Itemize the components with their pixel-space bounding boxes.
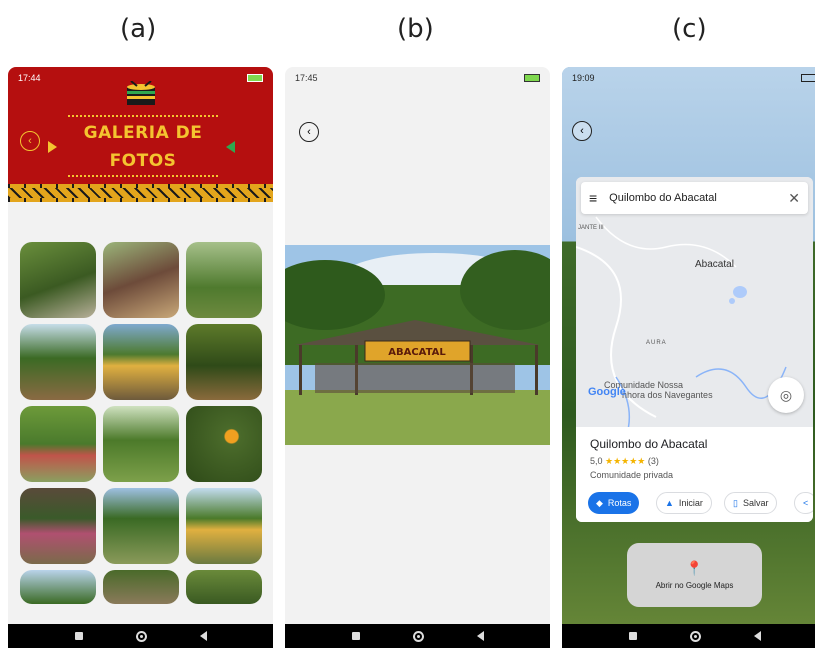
- rating-value: 5,0: [590, 456, 603, 466]
- panel-label-a: (a): [120, 14, 157, 44]
- status-bar: 19:09: [562, 67, 815, 89]
- battery-icon: [247, 74, 263, 82]
- photo-thumb[interactable]: [103, 570, 179, 604]
- save-label: Salvar: [742, 498, 769, 508]
- status-time: 19:09: [572, 73, 595, 83]
- phone-gallery: GALERIA DE FOTOS ‹ 17:44: [8, 67, 273, 648]
- pattern-border: [8, 184, 273, 202]
- status-time: 17:45: [295, 73, 318, 83]
- review-count: (3): [647, 456, 659, 466]
- photo-thumb[interactable]: [186, 406, 262, 482]
- map-label-aura: AURA: [646, 340, 667, 346]
- map-pin-icon: 📍: [685, 560, 704, 576]
- routes-button[interactable]: ◆ Rotas: [588, 492, 640, 514]
- start-button[interactable]: ▲ Iniciar: [656, 492, 712, 514]
- full-photo: ABACATAL: [285, 245, 550, 445]
- photo-thumb[interactable]: [186, 570, 262, 604]
- routes-label: Rotas: [607, 498, 632, 508]
- status-bar: 17:45: [285, 67, 550, 89]
- map-search-text: Quilombo do Abacatal: [609, 192, 717, 204]
- photo-thumb[interactable]: [20, 324, 96, 400]
- title-border-top: [68, 115, 218, 117]
- map-label-abacatal: Abacatal: [695, 259, 734, 270]
- status-bar: 17:44: [8, 67, 273, 89]
- home-button[interactable]: [135, 630, 147, 642]
- home-button[interactable]: [689, 630, 701, 642]
- battery-icon: [524, 74, 540, 82]
- back-button[interactable]: ‹: [299, 122, 319, 142]
- back-nav-button[interactable]: [199, 631, 207, 641]
- photo-thumb[interactable]: [20, 406, 96, 482]
- photo-thumb[interactable]: [20, 488, 96, 564]
- my-location-icon[interactable]: ◎: [768, 377, 804, 413]
- home-button[interactable]: [412, 630, 424, 642]
- photo-grid: [20, 242, 262, 604]
- place-name: Quilombo do Abacatal: [590, 437, 708, 451]
- menu-icon[interactable]: ≡: [589, 190, 597, 206]
- share-icon: <: [803, 498, 809, 508]
- battery-icon: [801, 74, 815, 82]
- google-logo: Google: [588, 386, 626, 398]
- back-button[interactable]: ‹: [20, 131, 40, 151]
- directions-icon: ◆: [596, 497, 603, 508]
- save-button[interactable]: ▯ Salvar: [724, 492, 778, 514]
- back-button[interactable]: ‹: [572, 121, 592, 141]
- phone-photo-viewer: 17:45 ‹ ABACATAL: [285, 67, 550, 648]
- panel-label-c: (c): [672, 14, 707, 44]
- photo-thumb[interactable]: [103, 242, 179, 318]
- chevron-left-icon: ‹: [580, 125, 584, 137]
- photo-thumb[interactable]: [103, 324, 179, 400]
- chevron-left-icon: ‹: [28, 135, 32, 147]
- back-nav-button[interactable]: [753, 631, 761, 641]
- bookmark-icon: ▯: [733, 497, 738, 508]
- status-time: 17:44: [18, 73, 41, 83]
- share-button[interactable]: <: [794, 492, 813, 514]
- rating-row: 5,0 ★★★★★ (3): [590, 456, 799, 467]
- map-widget[interactable]: ≡ Quilombo do Abacatal ✕ JANTE III Abaca…: [576, 177, 813, 522]
- photo-thumb[interactable]: [186, 324, 262, 400]
- system-nav-bar: [562, 624, 815, 648]
- star-icons: ★★★★★: [605, 456, 646, 466]
- place-type: Comunidade privada: [590, 470, 674, 480]
- title-border-bottom: [68, 175, 218, 177]
- back-nav-button[interactable]: [476, 631, 484, 641]
- photo-thumb[interactable]: [186, 488, 262, 564]
- photo-thumb[interactable]: [103, 488, 179, 564]
- system-nav-bar: [8, 624, 273, 648]
- open-maps-label: Abrir no Google Maps: [655, 581, 734, 590]
- map-label-jante: JANTE III: [578, 225, 604, 231]
- recents-button[interactable]: [351, 632, 360, 640]
- photo-thumb[interactable]: [186, 242, 262, 318]
- recents-button[interactable]: [74, 632, 83, 640]
- gallery-title-line1: GALERIA DE: [83, 123, 203, 143]
- recents-button[interactable]: [628, 632, 637, 640]
- photo-thumb[interactable]: [103, 406, 179, 482]
- triangle-left-icon: [226, 141, 235, 153]
- close-icon[interactable]: ✕: [788, 190, 800, 207]
- banner-text: ABACATAL: [388, 347, 446, 358]
- phone-map-view: 19:09 ‹ ≡ Quilombo do Abacatal ✕ JANTE I…: [562, 67, 815, 648]
- panel-label-b: (b): [397, 14, 434, 44]
- chevron-left-icon: ‹: [307, 126, 311, 138]
- triangle-right-icon: [48, 141, 57, 153]
- photo-thumb[interactable]: [20, 570, 96, 604]
- gallery-title-line2: FOTOS: [109, 151, 177, 171]
- navigation-icon: ▲: [665, 498, 674, 508]
- open-google-maps-button[interactable]: 📍 Abrir no Google Maps: [627, 543, 762, 607]
- system-nav-bar: [285, 624, 550, 648]
- photo-thumb[interactable]: [20, 242, 96, 318]
- start-label: Iniciar: [678, 498, 703, 508]
- map-label-navegantes: nhora dos Navegantes: [622, 390, 713, 400]
- map-search-bar[interactable]: ≡ Quilombo do Abacatal ✕: [581, 182, 808, 214]
